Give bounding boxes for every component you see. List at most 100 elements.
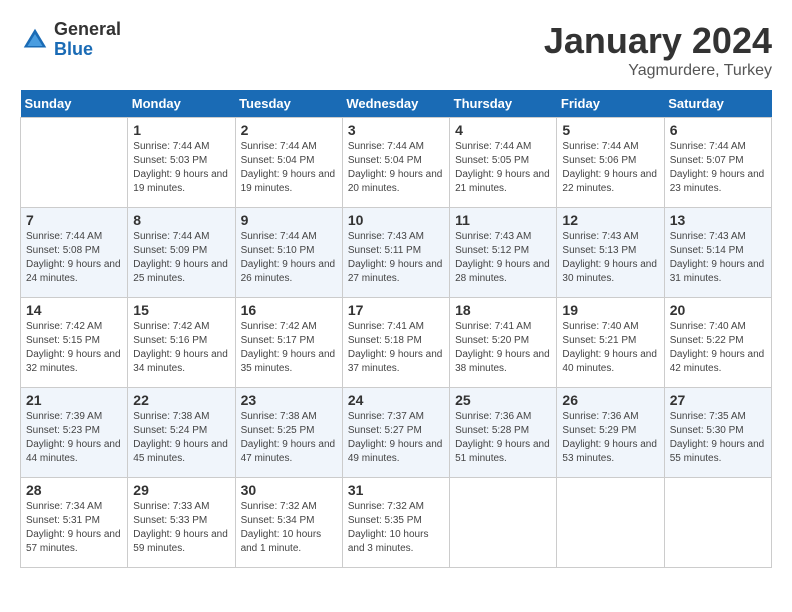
calendar-cell: 6 Sunrise: 7:44 AM Sunset: 5:07 PM Daylig… [664,118,771,208]
day-info: Sunrise: 7:36 AM Sunset: 5:29 PM Dayligh… [562,410,658,466]
day-number: 15 [133,302,229,318]
header-friday: Friday [557,90,664,118]
day-number: 8 [133,212,229,228]
day-info: Sunrise: 7:42 AM Sunset: 5:17 PM Dayligh… [241,320,337,376]
day-info: Sunrise: 7:40 AM Sunset: 5:22 PM Dayligh… [670,320,766,376]
calendar-cell: 28 Sunrise: 7:34 AM Sunset: 5:31 PM Dayli… [21,478,128,568]
day-number: 19 [562,302,658,318]
location-title: Yagmurdere, Turkey [544,62,772,80]
day-number: 16 [241,302,337,318]
day-number: 23 [241,392,337,408]
week-row-4: 28 Sunrise: 7:34 AM Sunset: 5:31 PM Dayli… [21,478,772,568]
calendar-cell: 24 Sunrise: 7:37 AM Sunset: 5:27 PM Dayli… [342,388,449,478]
calendar-cell: 9Sunrise: 7:44 AM Sunset: 5:10 PM Daylig… [235,208,342,298]
day-number: 31 [348,482,444,498]
day-number: 12 [562,212,658,228]
header-wednesday: Wednesday [342,90,449,118]
day-info: Sunrise: 7:40 AM Sunset: 5:21 PM Dayligh… [562,320,658,376]
title-block: January 2024 Yagmurdere, Turkey [544,20,772,80]
day-info: Sunrise: 7:43 AM Sunset: 5:13 PM Dayligh… [562,230,658,286]
day-info: Sunrise: 7:44 AM Sunset: 5:08 PM Dayligh… [26,230,122,286]
calendar-header-row: SundayMondayTuesdayWednesdayThursdayFrid… [21,90,772,118]
calendar-cell: 25 Sunrise: 7:36 AM Sunset: 5:28 PM Dayli… [450,388,557,478]
logo-general-text: General [54,20,121,40]
day-info: Sunrise: 7:41 AM Sunset: 5:18 PM Dayligh… [348,320,444,376]
day-info: Sunrise: 7:44 AM Sunset: 5:06 PM Dayligh… [562,140,658,196]
calendar-cell: 18 Sunrise: 7:41 AM Sunset: 5:20 PM Dayli… [450,298,557,388]
day-info: Sunrise: 7:32 AM Sunset: 5:35 PM Dayligh… [348,500,444,556]
day-number: 14 [26,302,122,318]
calendar-cell: 19 Sunrise: 7:40 AM Sunset: 5:21 PM Dayli… [557,298,664,388]
calendar-cell: 26Sunrise: 7:36 AM Sunset: 5:29 PM Dayli… [557,388,664,478]
calendar-cell: 4Sunrise: 7:44 AM Sunset: 5:05 PM Daylig… [450,118,557,208]
day-number: 6 [670,122,766,138]
day-info: Sunrise: 7:44 AM Sunset: 5:10 PM Dayligh… [241,230,337,286]
day-info: Sunrise: 7:36 AM Sunset: 5:28 PM Dayligh… [455,410,551,466]
day-info: Sunrise: 7:38 AM Sunset: 5:24 PM Dayligh… [133,410,229,466]
calendar-cell: 5 Sunrise: 7:44 AM Sunset: 5:06 PM Daylig… [557,118,664,208]
calendar-cell: 31 Sunrise: 7:32 AM Sunset: 5:35 PM Dayli… [342,478,449,568]
calendar-cell: 2Sunrise: 7:44 AM Sunset: 5:04 PM Daylig… [235,118,342,208]
day-number: 21 [26,392,122,408]
day-number: 10 [348,212,444,228]
day-number: 25 [455,392,551,408]
day-number: 1 [133,122,229,138]
day-info: Sunrise: 7:44 AM Sunset: 5:05 PM Dayligh… [455,140,551,196]
day-number: 13 [670,212,766,228]
logo-blue-text: Blue [54,40,121,60]
calendar-cell: 11Sunrise: 7:43 AM Sunset: 5:12 PM Dayli… [450,208,557,298]
calendar-cell: 22 Sunrise: 7:38 AM Sunset: 5:24 PM Dayli… [128,388,235,478]
month-title: January 2024 [544,20,772,62]
calendar-cell: 13Sunrise: 7:43 AM Sunset: 5:14 PM Dayli… [664,208,771,298]
day-number: 29 [133,482,229,498]
day-number: 28 [26,482,122,498]
logo-text: General Blue [54,20,121,60]
header-sunday: Sunday [21,90,128,118]
calendar-cell: 7 Sunrise: 7:44 AM Sunset: 5:08 PM Daylig… [21,208,128,298]
day-info: Sunrise: 7:32 AM Sunset: 5:34 PM Dayligh… [241,500,337,556]
day-info: Sunrise: 7:43 AM Sunset: 5:11 PM Dayligh… [348,230,444,286]
calendar-cell: 1 Sunrise: 7:44 AM Sunset: 5:03 PM Daylig… [128,118,235,208]
day-info: Sunrise: 7:33 AM Sunset: 5:33 PM Dayligh… [133,500,229,556]
day-info: Sunrise: 7:42 AM Sunset: 5:16 PM Dayligh… [133,320,229,376]
day-info: Sunrise: 7:34 AM Sunset: 5:31 PM Dayligh… [26,500,122,556]
calendar-cell: 23 Sunrise: 7:38 AM Sunset: 5:25 PM Dayli… [235,388,342,478]
day-number: 27 [670,392,766,408]
day-info: Sunrise: 7:35 AM Sunset: 5:30 PM Dayligh… [670,410,766,466]
day-info: Sunrise: 7:41 AM Sunset: 5:20 PM Dayligh… [455,320,551,376]
calendar-body: 1 Sunrise: 7:44 AM Sunset: 5:03 PM Daylig… [21,118,772,568]
calendar-table: SundayMondayTuesdayWednesdayThursdayFrid… [20,90,772,568]
header-tuesday: Tuesday [235,90,342,118]
calendar-cell: 20 Sunrise: 7:40 AM Sunset: 5:22 PM Dayli… [664,298,771,388]
calendar-cell [557,478,664,568]
day-info: Sunrise: 7:37 AM Sunset: 5:27 PM Dayligh… [348,410,444,466]
calendar-cell: 17 Sunrise: 7:41 AM Sunset: 5:18 PM Dayli… [342,298,449,388]
day-number: 20 [670,302,766,318]
day-info: Sunrise: 7:44 AM Sunset: 5:07 PM Dayligh… [670,140,766,196]
calendar-cell: 27 Sunrise: 7:35 AM Sunset: 5:30 PM Dayli… [664,388,771,478]
day-number: 22 [133,392,229,408]
calendar-cell: 10 Sunrise: 7:43 AM Sunset: 5:11 PM Dayli… [342,208,449,298]
calendar-cell: 30Sunrise: 7:32 AM Sunset: 5:34 PM Dayli… [235,478,342,568]
header-saturday: Saturday [664,90,771,118]
day-number: 7 [26,212,122,228]
calendar-cell: 29 Sunrise: 7:33 AM Sunset: 5:33 PM Dayli… [128,478,235,568]
logo: General Blue [20,20,121,60]
week-row-3: 21Sunrise: 7:39 AM Sunset: 5:23 PM Dayli… [21,388,772,478]
calendar-cell: 12 Sunrise: 7:43 AM Sunset: 5:13 PM Dayli… [557,208,664,298]
logo-icon [20,25,50,55]
day-number: 17 [348,302,444,318]
calendar-cell [21,118,128,208]
week-row-0: 1 Sunrise: 7:44 AM Sunset: 5:03 PM Daylig… [21,118,772,208]
day-info: Sunrise: 7:42 AM Sunset: 5:15 PM Dayligh… [26,320,122,376]
week-row-1: 7 Sunrise: 7:44 AM Sunset: 5:08 PM Daylig… [21,208,772,298]
day-number: 5 [562,122,658,138]
day-number: 24 [348,392,444,408]
day-number: 18 [455,302,551,318]
header-monday: Monday [128,90,235,118]
calendar-cell: 15 Sunrise: 7:42 AM Sunset: 5:16 PM Dayli… [128,298,235,388]
day-number: 3 [348,122,444,138]
calendar-cell: 14 Sunrise: 7:42 AM Sunset: 5:15 PM Dayli… [21,298,128,388]
day-info: Sunrise: 7:44 AM Sunset: 5:03 PM Dayligh… [133,140,229,196]
day-info: Sunrise: 7:38 AM Sunset: 5:25 PM Dayligh… [241,410,337,466]
